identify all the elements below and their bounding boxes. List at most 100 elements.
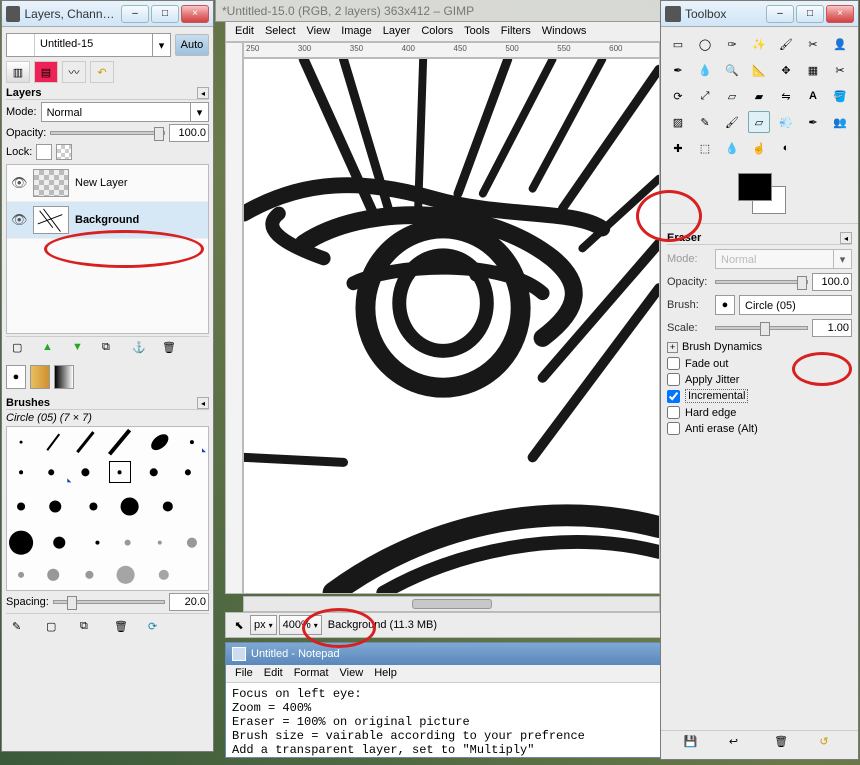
ink-tool-icon[interactable]: ✒ [802, 111, 824, 133]
delete-layer-icon[interactable]: 🗑 [162, 341, 178, 357]
measure-tool-icon[interactable]: 📐 [748, 59, 770, 81]
delete-options-icon[interactable]: 🗑 [774, 735, 790, 751]
close-button[interactable]: × [181, 5, 209, 23]
ellipse-select-tool-icon[interactable]: ◯ [694, 33, 716, 55]
save-options-icon[interactable]: 💾 [684, 735, 700, 751]
menu-layer[interactable]: Layer [378, 24, 416, 39]
notepad-titlebar[interactable]: Untitled - Notepad [226, 643, 661, 665]
rotate-tool-icon[interactable]: ⟳ [667, 85, 689, 107]
fade-out-check[interactable] [667, 357, 680, 370]
lock-pixels-check[interactable] [36, 144, 52, 160]
move-tool-icon[interactable]: ✥ [775, 59, 797, 81]
np-menu-format[interactable]: Format [290, 667, 333, 680]
maximize-button[interactable]: □ [796, 5, 824, 23]
tb-scale-slider[interactable] [715, 326, 808, 330]
menu-colors[interactable]: Colors [416, 24, 458, 39]
brush-grid[interactable] [6, 426, 209, 591]
auto-button[interactable]: Auto [175, 34, 209, 56]
spacing-slider[interactable] [53, 600, 165, 604]
pattern-preset-icon[interactable] [30, 365, 50, 389]
paths-tool-icon[interactable]: ✒ [667, 59, 689, 81]
menu-select[interactable]: Select [260, 24, 301, 39]
close-button[interactable]: × [826, 5, 854, 23]
opacity-slider[interactable] [50, 131, 165, 135]
np-menu-view[interactable]: View [336, 667, 368, 680]
np-menu-edit[interactable]: Edit [260, 667, 287, 680]
restore-options-icon[interactable]: ↩ [729, 735, 745, 751]
menu-image[interactable]: Image [336, 24, 377, 39]
maximize-button[interactable]: □ [151, 5, 179, 23]
undo-history-tab-icon[interactable]: ↶ [90, 61, 114, 83]
flip-tool-icon[interactable]: ⇋ [775, 85, 797, 107]
chevron-down-icon[interactable]: ▾ [190, 103, 208, 121]
hard-edge-check[interactable] [667, 406, 680, 419]
new-brush-icon[interactable]: ▢ [46, 620, 62, 636]
toolbox-titlebar[interactable]: Toolbox – □ × [661, 1, 858, 27]
heal-tool-icon[interactable]: ✚ [667, 137, 689, 159]
brush-preview-icon[interactable]: ● [715, 295, 735, 315]
menu-edit[interactable]: Edit [230, 24, 259, 39]
image-selector[interactable]: Untitled-15 ▾ [6, 33, 171, 57]
channels-tab-icon[interactable]: ▤ [34, 61, 58, 83]
color-picker-tool-icon[interactable]: 💧 [694, 59, 716, 81]
anchor-layer-icon[interactable]: ⚓ [132, 341, 148, 357]
airbrush-tool-icon[interactable]: 💨 [775, 111, 797, 133]
duplicate-layer-icon[interactable]: ⧉ [102, 341, 118, 357]
minimize-button[interactable]: – [121, 5, 149, 23]
lower-layer-icon[interactable]: ▼ [72, 341, 88, 357]
layer-row[interactable]: 👁 Background [7, 202, 208, 239]
zoom-tool-icon[interactable]: 🔍 [721, 59, 743, 81]
fg-color-swatch[interactable] [738, 173, 772, 201]
np-menu-help[interactable]: Help [370, 667, 401, 680]
tb-opacity-input[interactable] [812, 273, 852, 291]
edit-brush-icon[interactable]: ✎ [12, 620, 28, 636]
tb-brush-select[interactable]: Circle (05) [739, 295, 852, 315]
brush-preset-icon[interactable]: ● [6, 365, 26, 389]
apply-jitter-check[interactable] [667, 373, 680, 386]
gradient-preset-icon[interactable] [54, 365, 74, 389]
notepad-content[interactable]: Focus on left eye: Zoom = 400% Eraser = … [226, 683, 661, 761]
shear-tool-icon[interactable]: ▱ [721, 85, 743, 107]
section-menu-button[interactable]: ◂ [197, 397, 209, 409]
new-layer-icon[interactable]: ▢ [12, 341, 28, 357]
np-menu-file[interactable]: File [231, 667, 257, 680]
text-tool-icon[interactable]: A [802, 85, 824, 107]
brush-dynamics-toggle[interactable]: +Brush Dynamics [667, 341, 852, 353]
align-tool-icon[interactable]: ▦ [802, 59, 824, 81]
layer-row[interactable]: 👁 New Layer [7, 165, 208, 202]
duplicate-brush-icon[interactable]: ⧉ [80, 620, 96, 636]
perspective-clone-tool-icon[interactable]: ⬚ [694, 137, 716, 159]
scale-tool-icon[interactable]: ⤢ [694, 85, 716, 107]
zoom-selector[interactable]: 400%▾ [279, 615, 322, 635]
pencil-tool-icon[interactable]: ✎ [694, 111, 716, 133]
unit-selector[interactable]: px▾ [250, 615, 277, 635]
image-window-titlebar[interactable]: *Untitled-15.0 (RGB, 2 layers) 363x412 –… [215, 0, 662, 22]
fuzzy-select-tool-icon[interactable]: ✨ [748, 33, 770, 55]
color-select-tool-icon[interactable]: 🖌 [775, 33, 797, 55]
minimize-button[interactable]: – [766, 5, 794, 23]
color-swatch[interactable] [732, 171, 788, 217]
bucket-fill-tool-icon[interactable]: 🪣 [829, 85, 851, 107]
crop-tool-icon[interactable]: ✂ [829, 59, 851, 81]
section-menu-button[interactable]: ◂ [197, 87, 209, 99]
paths-tab-icon[interactable]: 〰 [62, 61, 86, 83]
refresh-brush-icon[interactable]: ⟳ [148, 620, 164, 636]
section-menu-button[interactable]: ◂ [840, 232, 852, 244]
foreground-select-tool-icon[interactable]: 👤 [829, 33, 851, 55]
menu-filters[interactable]: Filters [496, 24, 536, 39]
raise-layer-icon[interactable]: ▲ [42, 341, 58, 357]
menu-view[interactable]: View [302, 24, 336, 39]
smudge-tool-icon[interactable]: ☝ [748, 137, 770, 159]
tb-opacity-slider[interactable] [715, 280, 808, 284]
incremental-check[interactable] [667, 390, 680, 403]
anti-erase-check[interactable] [667, 422, 680, 435]
horizontal-scrollbar[interactable] [243, 596, 660, 612]
free-select-tool-icon[interactable]: ✑ [721, 33, 743, 55]
visibility-icon[interactable]: 👁 [11, 212, 27, 228]
spacing-input[interactable] [169, 593, 209, 611]
delete-brush-icon[interactable]: 🗑 [114, 620, 130, 636]
rect-select-tool-icon[interactable]: ▭ [667, 33, 689, 55]
blur-tool-icon[interactable]: 💧 [721, 137, 743, 159]
dodge-tool-icon[interactable]: ◐ [775, 137, 797, 159]
lock-alpha-check[interactable] [56, 144, 72, 160]
